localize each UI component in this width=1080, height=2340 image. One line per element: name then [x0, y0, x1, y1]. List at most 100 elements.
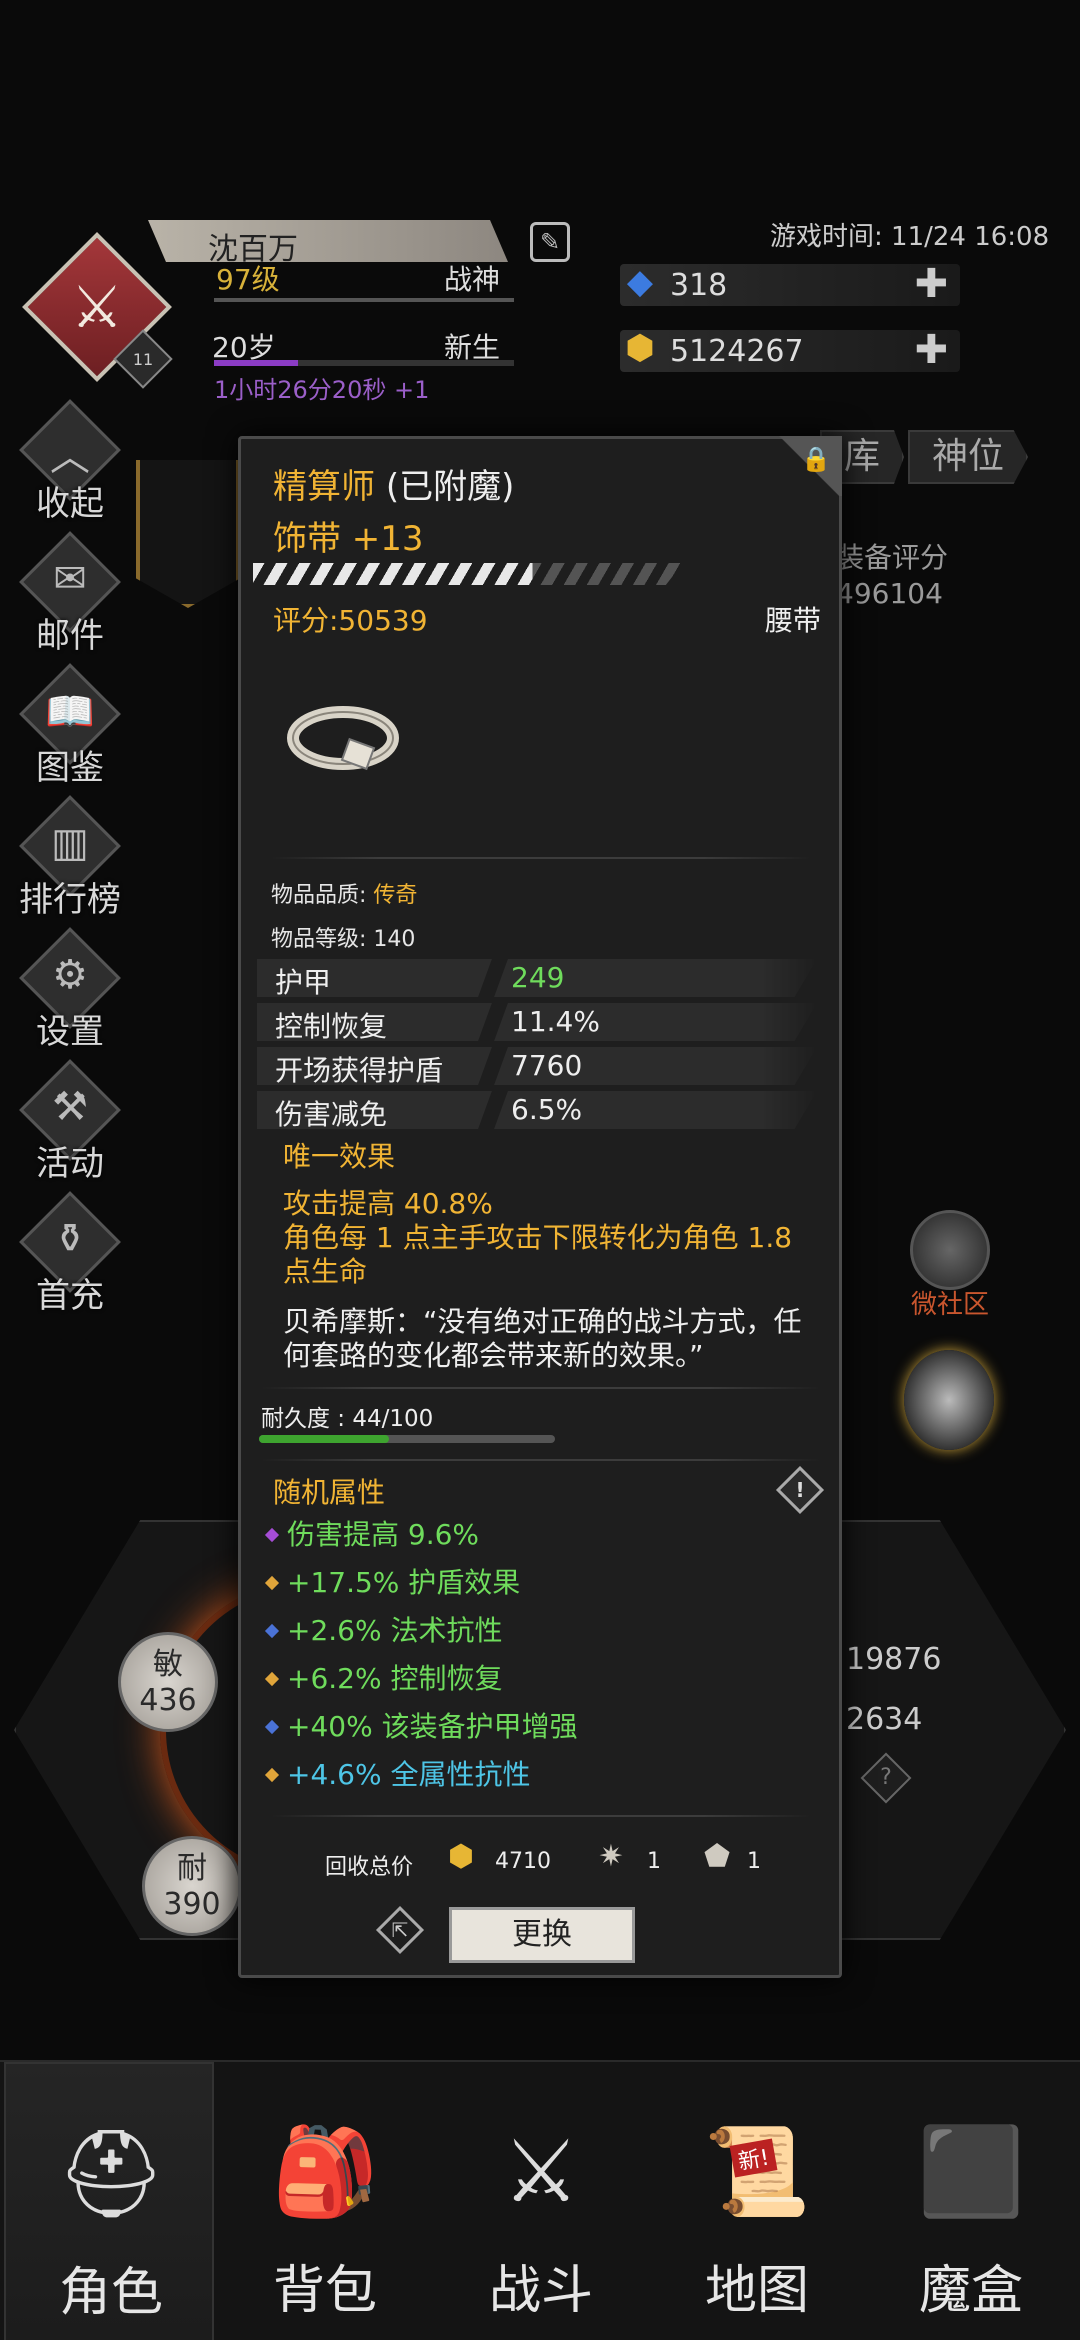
add-gold-button[interactable]: ✚	[914, 330, 948, 370]
stat-name: 开场获得护盾	[275, 1054, 444, 1087]
stat-row-damage-reduction: 伤害减免 6.5%	[257, 1091, 817, 1129]
agility-value: 436	[139, 1683, 197, 1718]
player-title: 战神	[444, 263, 501, 296]
gold-gem-icon	[264, 1767, 280, 1783]
nav-character[interactable]: ⛑ 角色	[4, 2062, 214, 2340]
gold-currency: ⬢ 5124267 ✚	[620, 328, 960, 372]
stat-row-control-recovery: 控制恢复 11.4%	[257, 1003, 817, 1041]
agility-label: 敏	[153, 1647, 183, 1682]
magic-box-icon: ⬛	[917, 2122, 1025, 2222]
side-first-charge[interactable]: ⚱ 首充	[10, 1191, 130, 1322]
nav-label: 魔盒	[918, 2261, 1023, 2321]
side-codex[interactable]: 📖 图鉴	[10, 663, 130, 794]
stat-value: 11.4%	[511, 1005, 600, 1038]
item-slot: 腰带	[764, 604, 821, 637]
random-attr-row: +4.6% 全属性抗性	[264, 1753, 531, 1793]
random-attr-text: +4.6% 全属性抗性	[287, 1758, 531, 1791]
gold-coin-icon: ⬢	[447, 1839, 475, 1874]
collapse-icon: ︿	[50, 434, 90, 480]
name-plate: 沈百万	[148, 220, 508, 262]
nav-magic-box[interactable]: ⬛ 魔盒	[866, 2062, 1076, 2340]
recycle-label: 回收总价	[325, 1855, 414, 1880]
bottom-nav: ⛑ 角色 🎒 背包 ⚔ 战斗 📜 新! 地图 ⬛ 魔盒	[0, 2060, 1080, 2340]
leaderboard-icon: ▥	[51, 820, 89, 866]
stat-row-opening-shield: 开场获得护盾 7760	[257, 1047, 817, 1085]
blue-gem-icon	[264, 1623, 280, 1639]
stat-value: 7760	[511, 1049, 583, 1082]
age-progress	[214, 360, 514, 366]
blue-crystal-icon: ◆	[626, 262, 654, 302]
side-mail[interactable]: ✉ 邮件	[10, 531, 130, 662]
unique-effect-title: 唯一效果	[283, 1140, 396, 1173]
add-crystal-button[interactable]: ✚	[914, 264, 948, 304]
gold-gem-icon	[264, 1575, 280, 1591]
item-type: 饰带 +13	[273, 519, 424, 559]
divider	[261, 1459, 821, 1461]
nav-battle[interactable]: ⚔ 战斗	[436, 2062, 646, 2340]
gold-gem-icon	[264, 1671, 280, 1687]
random-attributes-title: 随机属性	[273, 1476, 386, 1509]
crystal-currency: ◆ 318 ✚	[620, 262, 960, 306]
side-settings[interactable]: ⚙ 设置	[10, 927, 130, 1058]
share-icon[interactable]: ⇱	[375, 1905, 425, 1955]
angel-icon[interactable]	[904, 1350, 994, 1450]
tab-divine[interactable]: 神位	[908, 430, 1029, 484]
random-attr-text: +17.5% 护盾效果	[287, 1566, 521, 1599]
side-label: 活动	[36, 1144, 104, 1184]
helmet-icon: ⛑	[56, 2124, 166, 2224]
mail-icon: ✉	[53, 556, 87, 602]
stat-value: 6.5%	[511, 1093, 583, 1126]
side-label: 邮件	[36, 616, 104, 656]
random-attr-row: +40% 该装备护甲增强	[264, 1705, 578, 1745]
community-button[interactable]: 微社区	[890, 1210, 1010, 1321]
item-title: 精算师 (已附魔)	[273, 459, 514, 508]
scroll-stone-icon: ⬟	[703, 1839, 731, 1874]
endurance-stat: 耐 390	[142, 1836, 242, 1936]
side-label: 排行榜	[19, 880, 121, 920]
item-level: 物品等级: 140	[271, 927, 416, 952]
stat-row-armor: 护甲 249	[257, 959, 817, 997]
nav-backpack[interactable]: 🎒 背包	[220, 2062, 430, 2340]
event-icon: ⚒	[52, 1084, 88, 1130]
side-collapse[interactable]: ︿ 收起	[10, 399, 130, 530]
nav-map[interactable]: 📜 新! 地图	[652, 2062, 862, 2340]
character-banner	[136, 460, 240, 608]
side-label: 收起	[36, 484, 104, 524]
random-attr-row: +2.6% 法术抗性	[264, 1609, 503, 1649]
stat-name: 控制恢复	[275, 1010, 388, 1043]
stat-name: 护甲	[275, 966, 332, 999]
game-time: 游戏时间: 11/24 16:08	[770, 222, 1050, 252]
purple-gem-icon	[264, 1527, 280, 1543]
equipment-score-value: 496104	[836, 577, 943, 610]
nav-label: 角色	[58, 2263, 163, 2323]
random-attr-row: +17.5% 护盾效果	[264, 1561, 521, 1601]
badge-level-text: 11	[132, 349, 154, 369]
side-label: 首充	[36, 1276, 104, 1316]
edit-name-icon[interactable]: ✎	[530, 222, 570, 262]
random-attr-text: +6.2% 控制恢复	[287, 1662, 503, 1695]
background-tabs: 库 神位	[820, 430, 1032, 484]
side-label: 设置	[36, 1012, 104, 1052]
community-icon	[910, 1210, 990, 1290]
crystal-value: 318	[670, 268, 728, 303]
divider	[271, 1815, 811, 1817]
side-leaderboard[interactable]: ▥ 排行榜	[10, 795, 130, 926]
agility-stat: 敏 436	[118, 1632, 218, 1732]
gold-value: 5124267	[670, 334, 804, 369]
nav-label: 地图	[704, 2261, 809, 2321]
info-warning-icon[interactable]: !	[775, 1465, 825, 1515]
belt-icon	[287, 706, 399, 771]
replace-button[interactable]: 更换	[449, 1907, 635, 1963]
gear-icon: ⚙	[52, 952, 88, 998]
gear-stone-icon: ✷	[598, 1839, 624, 1874]
lock-icon[interactable]: 🔒	[801, 445, 831, 475]
random-attr-row: +6.2% 控制恢复	[264, 1657, 503, 1697]
player-level: 97级	[216, 263, 280, 296]
item-score: 评分:50539	[273, 604, 428, 637]
backpack-icon: 🎒	[271, 2122, 379, 2222]
divider	[261, 1387, 821, 1389]
nav-label: 背包	[272, 2261, 377, 2321]
side-events[interactable]: ⚒ 活动	[10, 1059, 130, 1190]
recycle-scroll-value: 1	[747, 1849, 761, 1874]
item-quote: 贝希摩斯：“没有绝对正确的战斗方式，任何套路的变化都会带来新的效果。”	[283, 1305, 802, 1372]
